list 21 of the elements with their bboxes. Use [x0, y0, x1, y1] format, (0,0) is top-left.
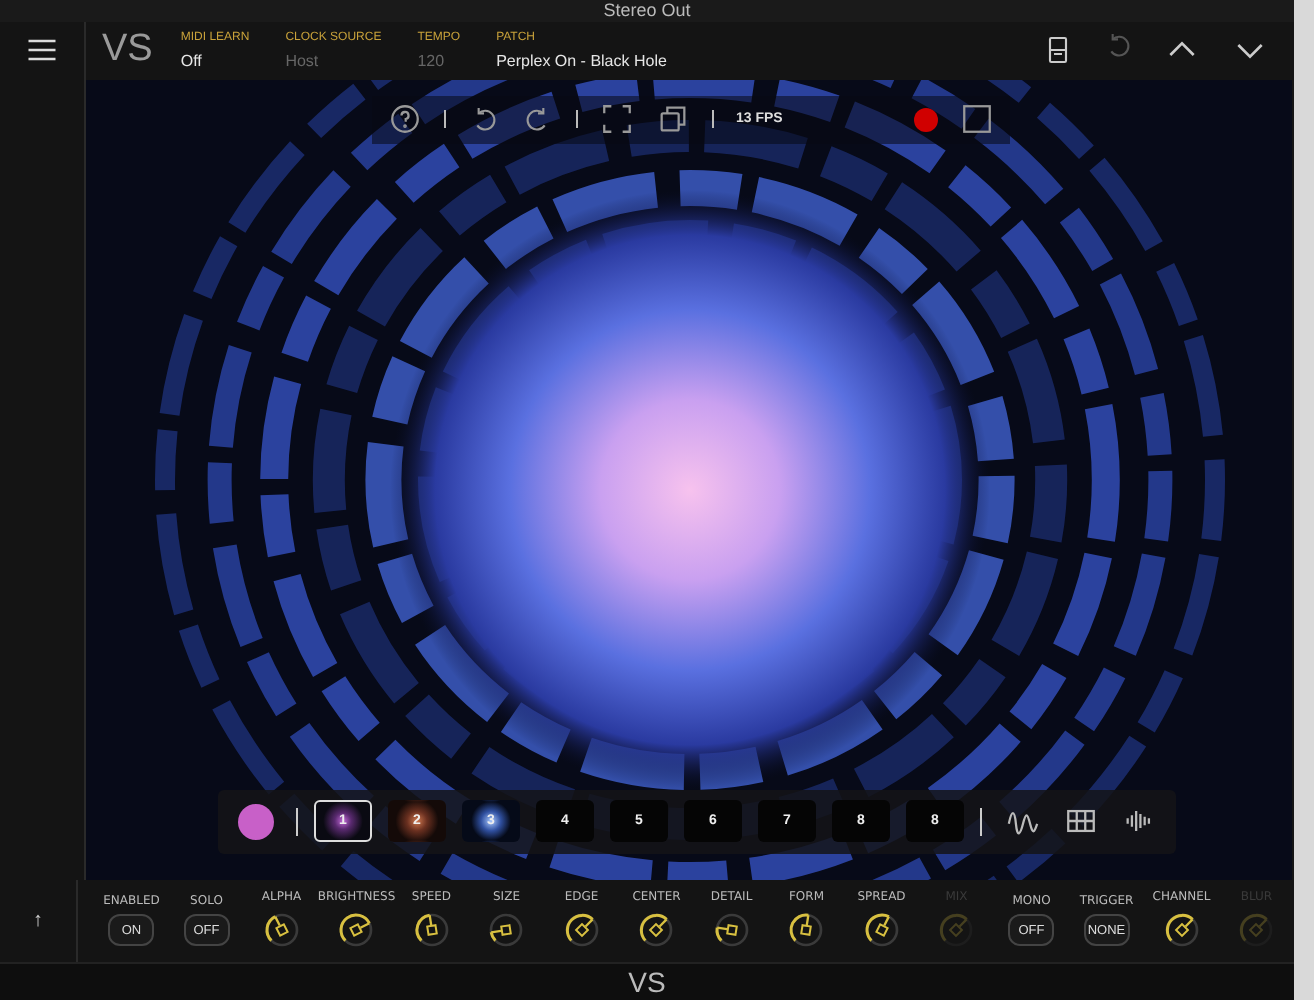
stop-icon[interactable]	[960, 102, 995, 137]
knob[interactable]	[636, 910, 677, 951]
knob[interactable]	[261, 910, 302, 951]
logo: VS	[628, 964, 666, 1000]
knob[interactable]	[411, 910, 452, 951]
knob[interactable]	[336, 910, 377, 951]
window-title: Stereo Out	[603, 0, 691, 22]
knob[interactable]	[861, 910, 902, 951]
color-swatch[interactable]	[238, 803, 274, 840]
knob[interactable]	[486, 910, 527, 951]
fullscreen-icon[interactable]	[600, 102, 634, 137]
knob[interactable]	[1161, 910, 1202, 951]
knob[interactable]	[561, 910, 602, 951]
help-icon[interactable]	[388, 102, 422, 137]
logo: VS	[102, 28, 153, 73]
field-value[interactable]: Off	[180, 51, 250, 70]
knob[interactable]	[711, 910, 752, 951]
knob[interactable]	[786, 910, 827, 951]
arrow-up-icon[interactable]: ↑	[33, 909, 43, 932]
copy-icon[interactable]	[656, 102, 690, 137]
field-value[interactable]: Perplex On - Black Hole	[496, 51, 667, 70]
